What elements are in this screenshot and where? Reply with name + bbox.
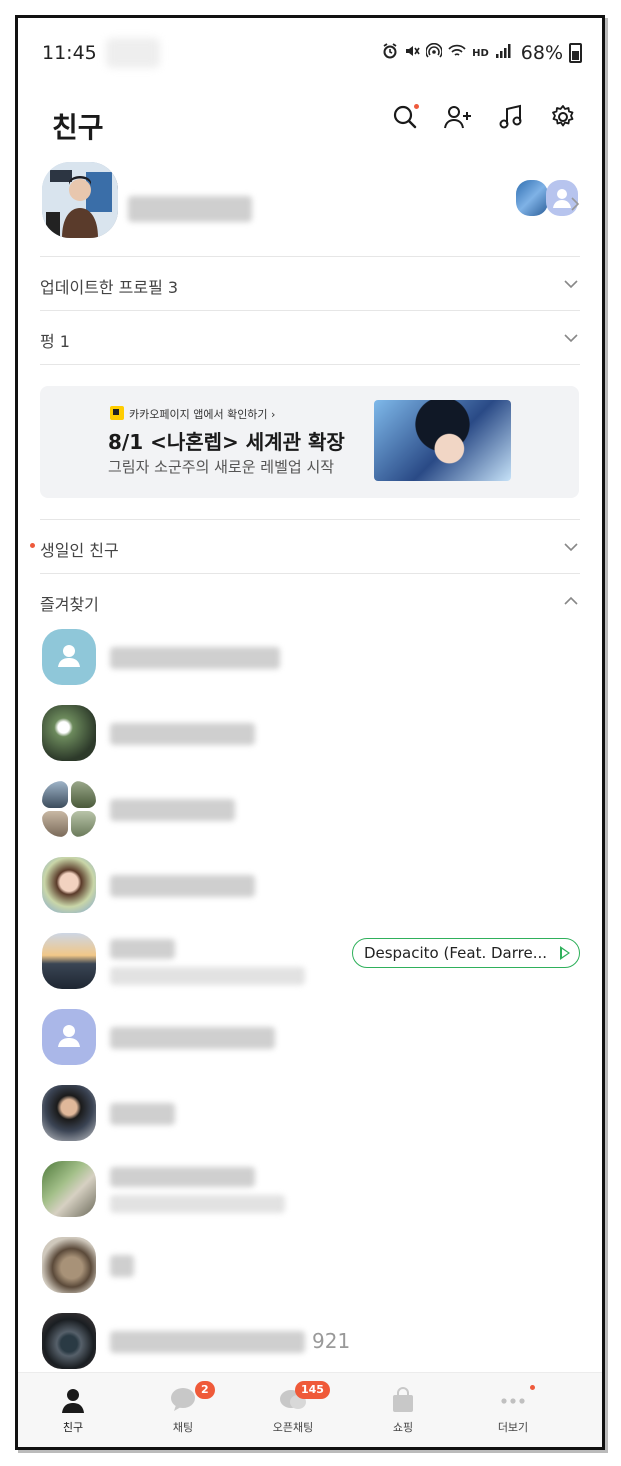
nav-friends[interactable]: 친구 bbox=[18, 1373, 128, 1447]
friend-avatar bbox=[42, 705, 96, 761]
friend-avatar bbox=[42, 857, 96, 913]
chevron-up-icon bbox=[564, 596, 578, 605]
kakaopage-logo-icon bbox=[110, 406, 124, 420]
friend-name bbox=[110, 1331, 305, 1353]
list-item[interactable] bbox=[40, 1153, 580, 1229]
banner-title: 8/1 <나혼렙> 세계관 확장 bbox=[108, 430, 345, 454]
list-item[interactable] bbox=[40, 849, 580, 925]
banner-source: 카카오페이지 앱에서 확인하기 › bbox=[129, 408, 276, 421]
settings-icon[interactable] bbox=[546, 100, 580, 134]
updated-profiles-label: 업데이트한 프로필 3 bbox=[40, 278, 179, 297]
friend-name bbox=[110, 1103, 175, 1125]
friend-avatar-grid bbox=[42, 781, 96, 837]
nav-openchat[interactable]: 145 오픈채팅 bbox=[238, 1373, 348, 1447]
hotspot-icon bbox=[425, 42, 443, 63]
play-icon bbox=[560, 946, 570, 960]
section-birthday[interactable]: 생일인 친구 bbox=[30, 519, 580, 574]
friend-name bbox=[110, 723, 255, 745]
birthday-new-dot bbox=[30, 543, 35, 548]
list-item[interactable] bbox=[40, 773, 580, 849]
search-icon[interactable] bbox=[388, 100, 422, 134]
multi-profile-photo[interactable] bbox=[516, 180, 548, 216]
wifi-icon bbox=[448, 43, 466, 63]
nav-more[interactable]: 더보기 bbox=[458, 1373, 568, 1447]
friends-icon bbox=[62, 1389, 84, 1413]
profile-music-button[interactable]: Despacito (Feat. Darre... bbox=[351, 938, 580, 968]
section-favorites[interactable]: 즐겨찾기 bbox=[40, 573, 580, 628]
status-notification-blur bbox=[106, 38, 160, 68]
banner-subtitle: 그림자 소군주의 새로운 레벨업 시작 bbox=[108, 458, 335, 476]
add-friend-icon[interactable] bbox=[441, 100, 475, 134]
my-profile-name bbox=[128, 196, 252, 222]
app-header: 친구 bbox=[18, 88, 602, 158]
banner-image bbox=[374, 400, 511, 481]
alarm-icon bbox=[382, 43, 398, 63]
friend-status bbox=[110, 1195, 285, 1213]
list-item[interactable] bbox=[40, 1229, 580, 1305]
friend-avatar bbox=[42, 1085, 96, 1141]
default-avatar bbox=[42, 629, 96, 685]
chevron-right-icon bbox=[571, 197, 580, 211]
list-item[interactable] bbox=[40, 697, 580, 773]
more-icon bbox=[501, 1398, 525, 1404]
favorites-label: 즐겨찾기 bbox=[40, 595, 99, 614]
status-icons: HD 68% bbox=[382, 42, 582, 64]
phone-frame: 11:45 HD 68% 친구 업데이트한 프로필 3 펑 1 카카오페이지 앱… bbox=[15, 15, 605, 1450]
status-bar: 11:45 HD 68% bbox=[18, 18, 602, 90]
battery-percent: 68% bbox=[520, 42, 563, 64]
list-item[interactable] bbox=[40, 1001, 580, 1077]
friend-name bbox=[110, 875, 255, 897]
friend-name bbox=[110, 799, 235, 821]
nav-chats-label: 채팅 bbox=[172, 1421, 194, 1434]
friend-name bbox=[110, 1255, 134, 1277]
list-item[interactable]: Despacito (Feat. Darre... bbox=[40, 925, 580, 1001]
my-profile-avatar[interactable] bbox=[42, 162, 118, 238]
my-profile[interactable] bbox=[40, 158, 580, 248]
list-item[interactable] bbox=[40, 1077, 580, 1153]
status-time: 11:45 bbox=[42, 42, 97, 64]
friend-avatar bbox=[42, 1161, 96, 1217]
friend-avatar bbox=[42, 1237, 96, 1293]
music-icon[interactable] bbox=[494, 100, 528, 134]
friend-avatar bbox=[42, 933, 96, 989]
chevron-down-icon bbox=[564, 334, 578, 343]
music-title: Despacito (Feat. Darre... bbox=[363, 944, 547, 962]
pyeong-label: 펑 1 bbox=[40, 332, 70, 351]
friend-status bbox=[110, 967, 305, 985]
chats-badge: 2 bbox=[195, 1381, 215, 1399]
friend-name bbox=[110, 1167, 255, 1187]
chat-icon bbox=[171, 1388, 195, 1411]
section-pyeong[interactable]: 펑 1 bbox=[40, 310, 580, 365]
nav-chats[interactable]: 2 채팅 bbox=[128, 1373, 238, 1447]
section-updated-profiles[interactable]: 업데이트한 프로필 3 bbox=[40, 256, 580, 311]
chevron-down-icon bbox=[564, 280, 578, 289]
list-item[interactable]: 921 bbox=[40, 1305, 580, 1381]
friend-name bbox=[110, 1027, 275, 1049]
default-avatar bbox=[42, 1009, 96, 1065]
battery-icon bbox=[569, 43, 582, 63]
page-title: 친구 bbox=[52, 111, 104, 144]
chevron-down-icon bbox=[564, 543, 578, 552]
signal-icon bbox=[495, 43, 511, 63]
bottom-nav: 친구 2 채팅 145 오픈채팅 쇼핑 더보기 bbox=[18, 1372, 602, 1447]
more-new-dot bbox=[530, 1385, 535, 1390]
nav-shopping[interactable]: 쇼핑 bbox=[348, 1373, 458, 1447]
divider bbox=[40, 364, 580, 365]
friend-avatar bbox=[42, 1313, 96, 1369]
list-item[interactable] bbox=[40, 621, 580, 697]
friend-name bbox=[110, 647, 280, 669]
mute-icon bbox=[404, 43, 420, 63]
kakaopage-banner[interactable]: 카카오페이지 앱에서 확인하기 › 8/1 <나혼렙> 세계관 확장 그림자 소… bbox=[40, 386, 579, 498]
birthday-label: 생일인 친구 bbox=[40, 541, 119, 560]
shopping-bag-icon bbox=[393, 1387, 413, 1412]
friend-name bbox=[110, 939, 175, 959]
search-new-dot bbox=[414, 104, 419, 109]
friend-name-suffix: 921 bbox=[312, 1329, 351, 1353]
nav-shopping-label: 쇼핑 bbox=[392, 1421, 414, 1434]
openchat-badge: 145 bbox=[295, 1381, 330, 1399]
nav-friends-label: 친구 bbox=[62, 1421, 84, 1434]
nav-openchat-label: 오픈채팅 bbox=[272, 1421, 314, 1434]
hd-voice-icon: HD bbox=[472, 47, 489, 59]
nav-more-label: 더보기 bbox=[497, 1421, 529, 1434]
